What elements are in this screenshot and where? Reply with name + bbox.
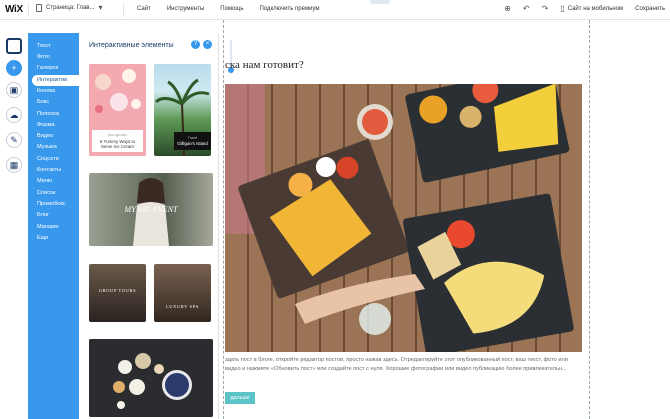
- category-menu[interactable]: Меню: [28, 177, 79, 188]
- grid-guide-left: [223, 20, 224, 419]
- category-social[interactable]: Соцсети: [28, 154, 79, 165]
- app-market-icon[interactable]: ▣: [6, 82, 22, 98]
- undo-icon[interactable]: ↶: [523, 5, 530, 13]
- category-more[interactable]: Еще: [28, 233, 79, 244]
- page-selector-label: Страница: Глав...: [46, 5, 95, 11]
- category-store[interactable]: Магазин: [28, 222, 79, 233]
- thumb-spices[interactable]: [89, 339, 213, 417]
- category-blog[interactable]: Блог: [28, 210, 79, 221]
- close-icon[interactable]: ×: [203, 40, 212, 49]
- thumb-group-tours[interactable]: GROUP TOURS: [89, 264, 146, 322]
- category-contacts[interactable]: Контакты: [28, 165, 79, 176]
- redo-icon[interactable]: ↷: [542, 5, 549, 13]
- post-excerpt: здать пост в блоге, откройте редактор по…: [225, 357, 568, 373]
- spices-image: [89, 339, 213, 417]
- divider: [123, 3, 124, 17]
- wix-logo[interactable]: WiX: [5, 4, 23, 15]
- menu-premium[interactable]: Подключить премиум: [259, 6, 319, 12]
- category-photo[interactable]: Фото: [28, 52, 79, 63]
- post-title[interactable]: ска нам готовит?: [225, 59, 304, 71]
- menu-tools[interactable]: Инструменты: [167, 6, 204, 12]
- post-photo[interactable]: [225, 84, 582, 352]
- menu-help[interactable]: Помощь: [220, 6, 243, 12]
- top-actions: ⊕ ↶ ↷ ▯ Сайт на мобильном Сохранить: [504, 5, 665, 13]
- menu-site[interactable]: Сайт: [137, 6, 151, 12]
- page-icon: [36, 4, 42, 12]
- category-gallery[interactable]: Галерея: [28, 64, 79, 75]
- category-box[interactable]: Бокс: [28, 97, 79, 108]
- category-text[interactable]: Текст: [28, 41, 79, 52]
- thumb-luxury-spa[interactable]: LUXURY SPA: [154, 264, 211, 322]
- interactive-panel: Интерактивные элементы ? × Как сделать 5…: [79, 33, 219, 419]
- divider: [28, 3, 29, 17]
- mobile-view-label: Сайт на мобильном: [567, 6, 624, 12]
- background-icon[interactable]: [6, 38, 22, 54]
- canvas-pull-tab[interactable]: [370, 0, 390, 4]
- grid-guide-right: [589, 20, 590, 419]
- thumb-caption: Как сделать 5 Yummy Ways to Serve Ice Cr…: [92, 130, 143, 152]
- mobile-icon: ▯: [560, 4, 565, 13]
- tours-title: GROUP TOURS: [98, 288, 137, 293]
- top-menu: Сайт Инструменты Помощь Подключить преми…: [137, 6, 320, 12]
- panel-title: Интерактивные элементы: [89, 42, 174, 49]
- thumb-caption-dark: Travel Gilligan's Island: [174, 132, 211, 150]
- help-icon[interactable]: ?: [191, 40, 200, 49]
- left-rail: + ▣ ☁ ✎ ▦: [0, 20, 28, 419]
- top-bar: WiX Страница: Глав... ▾ Сайт Инструменты…: [0, 0, 670, 20]
- store-icon[interactable]: ▦: [6, 157, 22, 173]
- category-list[interactable]: Список: [28, 188, 79, 199]
- category-strip[interactable]: Полоска: [28, 109, 79, 120]
- panel-header-buttons: ? ×: [191, 40, 212, 49]
- category-promobox[interactable]: Промобокс: [28, 199, 79, 210]
- zoom-icon[interactable]: ⊕: [504, 5, 511, 13]
- upload-icon[interactable]: ☁: [6, 107, 22, 123]
- blog-icon[interactable]: ✎: [6, 132, 22, 148]
- thumb-island[interactable]: Travel Gilligan's Island: [154, 64, 211, 156]
- category-music[interactable]: Музыка: [28, 143, 79, 154]
- food-image: [225, 84, 582, 352]
- save-button[interactable]: Сохранить: [635, 6, 665, 12]
- thumb-ice-cream[interactable]: Как сделать 5 Yummy Ways to Serve Ice Cr…: [89, 64, 146, 156]
- mobile-view-button[interactable]: ▯ Сайт на мобильном: [560, 5, 623, 13]
- event-title: MY BIG EVENT: [124, 205, 178, 214]
- spa-title: LUXURY SPA: [165, 304, 200, 309]
- category-interactive[interactable]: Интерактив: [32, 74, 79, 87]
- caption-title: 5 Yummy Ways to Serve Ice Cream: [99, 139, 136, 149]
- add-categories: Текст Фото Галерея Интерактив Кнопка Бок…: [28, 33, 79, 419]
- category-video[interactable]: Видео: [28, 131, 79, 142]
- page-selector[interactable]: Страница: Глав... ▾: [36, 4, 102, 12]
- chevron-down-icon: ▾: [98, 3, 103, 12]
- category-form[interactable]: Форма: [28, 120, 79, 131]
- caption-title: Gilligan's Island: [177, 141, 208, 146]
- thumb-event[interactable]: MY BIG EVENT: [89, 173, 213, 246]
- category-button[interactable]: Кнопка: [28, 86, 79, 97]
- read-more-button[interactable]: дальше: [225, 392, 255, 404]
- add-icon[interactable]: +: [6, 60, 22, 76]
- caption-small: Как сделать: [107, 133, 128, 137]
